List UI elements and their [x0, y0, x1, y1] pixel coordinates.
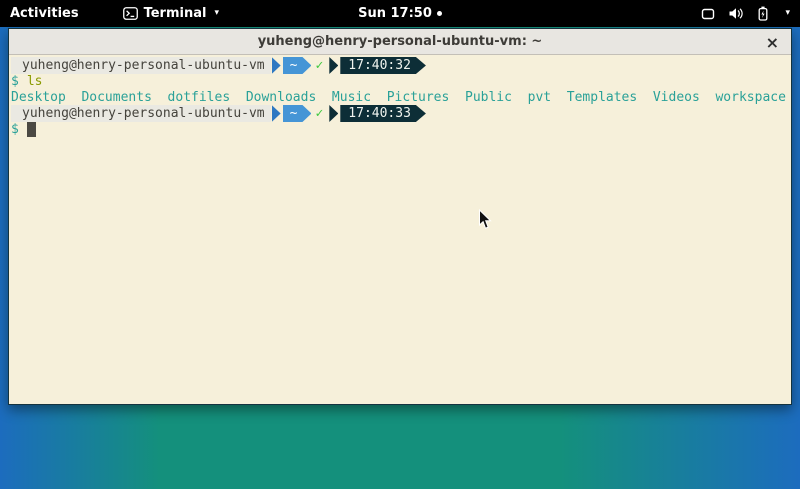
- prompt-user-host: yuheng@henry-personal-ubuntu-vm: [11, 57, 271, 74]
- close-icon[interactable]: ×: [766, 29, 779, 55]
- directory-name: Public: [449, 90, 512, 106]
- window-title: yuheng@henry-personal-ubuntu-vm: ~: [258, 34, 543, 49]
- screen-icon: [701, 7, 715, 21]
- app-menu-label: Terminal: [144, 6, 207, 21]
- mouse-cursor: [478, 209, 492, 234]
- powerline-arrow-icon: [329, 105, 338, 122]
- typed-command: ls: [27, 74, 43, 90]
- directory-name: dotfiles: [152, 90, 230, 106]
- app-menu-terminal[interactable]: Terminal ▾: [123, 6, 219, 21]
- volume-icon: [728, 7, 743, 20]
- directory-name: pvt: [512, 90, 551, 106]
- terminal-viewport[interactable]: yuheng@henry-personal-ubuntu-vm ~ ✓ 17:4…: [9, 55, 791, 404]
- ls-output: Desktop Documents dotfiles Downloads Mus…: [11, 90, 789, 106]
- prompt-dollar: $: [11, 122, 19, 138]
- directory-name: Downloads: [230, 90, 316, 106]
- powerline-arrow-icon: [272, 57, 281, 74]
- battery-charging-icon: [756, 6, 770, 21]
- prompt-user-host: yuheng@henry-personal-ubuntu-vm: [11, 105, 271, 122]
- notification-dot: [437, 11, 442, 16]
- directory-name: workspace: [700, 90, 786, 106]
- powerline-arrow-icon: [329, 57, 338, 74]
- prompt-line: yuheng@henry-personal-ubuntu-vm ~ ✓ 17:4…: [11, 105, 789, 122]
- top-bar: Activities Terminal ▾ Sun 17:50: [0, 0, 800, 27]
- powerline-arrow-icon: [272, 105, 281, 122]
- prompt-time: 17:40:32: [340, 57, 426, 74]
- clock[interactable]: Sun 17:50: [358, 6, 432, 21]
- text-cursor: [27, 122, 36, 137]
- terminal-app-icon: [123, 7, 138, 20]
- directory-name: Music: [316, 90, 371, 106]
- command-line: $: [11, 122, 789, 138]
- directory-name: Desktop: [11, 90, 66, 106]
- window-titlebar[interactable]: yuheng@henry-personal-ubuntu-vm: ~ ×: [9, 29, 791, 55]
- terminal-window: yuheng@henry-personal-ubuntu-vm: ~ × yuh…: [8, 28, 792, 405]
- activities-button[interactable]: Activities: [0, 6, 91, 21]
- system-status-menu[interactable]: ▾: [693, 0, 800, 27]
- directory-name: Pictures: [371, 90, 449, 106]
- status-check-icon: ✓: [315, 58, 323, 74]
- status-check-icon: ✓: [315, 106, 323, 122]
- directory-name: Templates: [551, 90, 637, 106]
- prompt-dollar: $: [11, 74, 19, 90]
- chevron-down-icon: ▾: [214, 9, 219, 18]
- prompt-path: ~: [283, 57, 312, 74]
- prompt-time: 17:40:33: [340, 105, 426, 122]
- command-line: $ ls: [11, 74, 789, 90]
- prompt-path: ~: [283, 105, 312, 122]
- directory-name: Documents: [66, 90, 152, 106]
- directory-name: Videos: [637, 90, 700, 106]
- prompt-line: yuheng@henry-personal-ubuntu-vm ~ ✓ 17:4…: [11, 57, 789, 74]
- chevron-down-icon: ▾: [785, 9, 790, 18]
